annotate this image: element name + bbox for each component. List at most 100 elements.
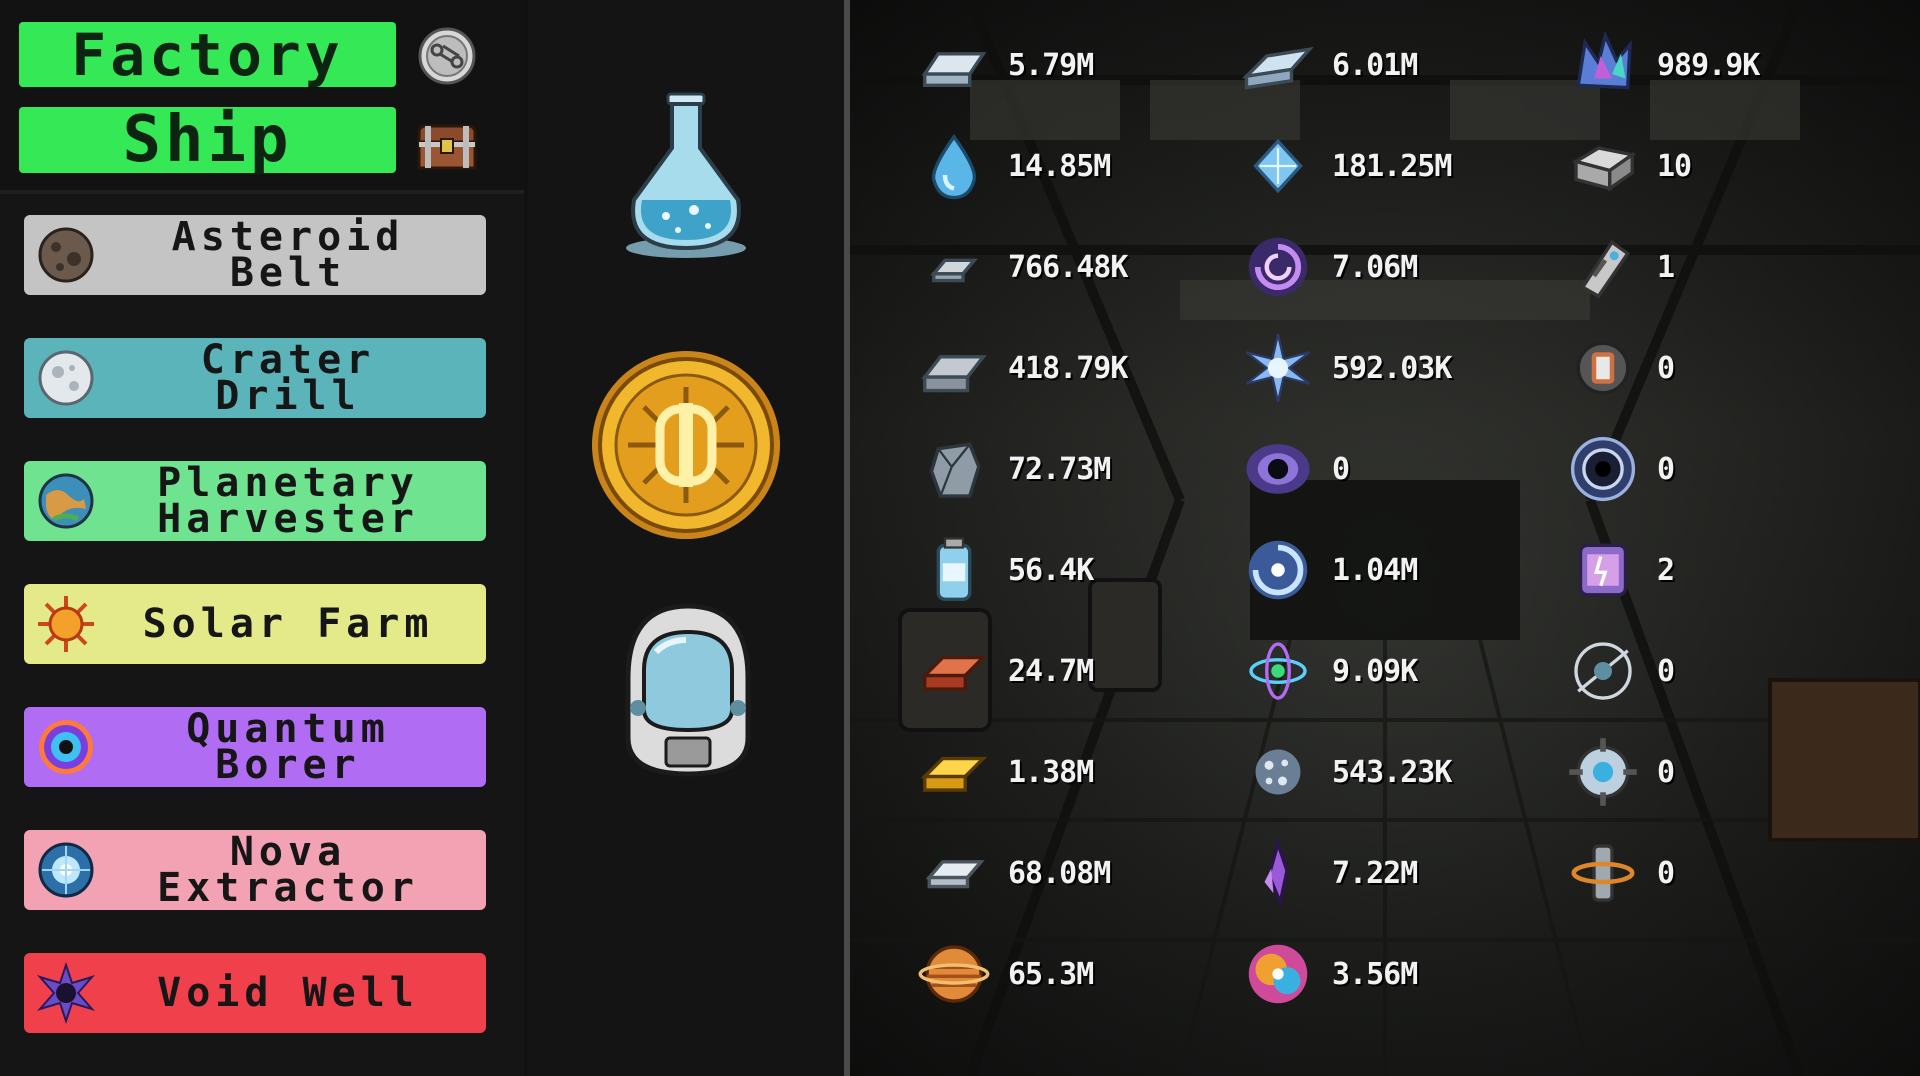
resource-item[interactable]: 0 xyxy=(1567,837,1675,909)
research-flask-icon[interactable] xyxy=(616,88,756,266)
resource-inventory-panel: 5.79M 14.85M 766.48K 418.79K 72.73M 56.4K 24.7… xyxy=(850,0,1920,1076)
resource-count: 1.38M xyxy=(1008,754,1094,790)
orbit-icon xyxy=(1567,635,1639,707)
resource-item[interactable]: 72.73M xyxy=(918,433,1111,505)
resource-count: 592.03K xyxy=(1332,350,1452,386)
titanium-ingot-icon xyxy=(1241,29,1314,101)
resource-count: 3.56M xyxy=(1332,956,1418,992)
resource-item[interactable]: 181.25M xyxy=(1242,131,1452,201)
crater-drill-button[interactable]: Crater Drill xyxy=(24,338,486,418)
resource-count: 0 xyxy=(1657,855,1675,891)
targeting-core-icon xyxy=(1567,736,1639,808)
nova-icon xyxy=(34,838,98,902)
resource-count: 72.73M xyxy=(1008,451,1111,487)
resource-item[interactable]: 7.22M xyxy=(1242,837,1418,909)
solar-farm-button[interactable]: Solar Farm xyxy=(24,584,486,664)
gear-badge-icon[interactable] xyxy=(415,24,479,88)
rocket-part-icon xyxy=(1567,231,1639,303)
resource-item[interactable]: 0 xyxy=(1567,635,1675,707)
resource-item[interactable]: 6.01M xyxy=(1241,29,1418,101)
resource-item[interactable]: 14.85M xyxy=(918,130,1111,202)
resource-item[interactable]: 0 xyxy=(1242,434,1350,504)
crystal-cluster-icon xyxy=(1567,29,1639,101)
wormhole-icon xyxy=(1567,433,1639,505)
resource-count: 65.3M xyxy=(1008,956,1094,992)
resource-count: 68.08M xyxy=(1008,855,1111,891)
ship-button[interactable]: Ship xyxy=(19,103,396,177)
vortex-icon xyxy=(1242,534,1314,606)
resource-item[interactable]: 0 xyxy=(1567,433,1675,505)
resource-item[interactable]: 766.48K xyxy=(918,231,1128,303)
resource-count: 181.25M xyxy=(1332,148,1452,184)
left-nav-panel: Factory Ship Asteroid Belt Crater Drill Pl… xyxy=(0,0,524,1076)
resource-item[interactable]: 24.7M xyxy=(918,635,1094,707)
sun-icon xyxy=(34,592,98,656)
resource-item[interactable]: 1.04M xyxy=(1242,534,1418,606)
copper-ingot-icon xyxy=(918,635,990,707)
crystal-shard-icon xyxy=(1242,837,1314,909)
resource-item[interactable]: 5.79M xyxy=(918,29,1094,101)
gas-planet-icon xyxy=(918,938,990,1010)
resource-item[interactable]: 0 xyxy=(1567,333,1675,403)
resource-item[interactable]: 2 xyxy=(1567,534,1675,606)
resource-count: 1 xyxy=(1657,249,1675,285)
planetary-harvester-button[interactable]: Planetary Harvester xyxy=(24,461,486,541)
resource-count: 989.9K xyxy=(1657,47,1760,83)
resource-count: 2 xyxy=(1657,552,1675,588)
resource-count: 56.4K xyxy=(1008,552,1094,588)
steel-bar-icon xyxy=(918,332,990,404)
resource-item[interactable]: 56.4K xyxy=(918,535,1094,605)
stardust-icon xyxy=(1242,736,1314,808)
resource-count: 0 xyxy=(1657,754,1675,790)
machine-label: Asteroid Belt xyxy=(171,214,405,296)
resource-item[interactable]: 1 xyxy=(1567,231,1675,303)
resource-item[interactable]: 543.23K xyxy=(1242,736,1452,808)
resource-count: 1.04M xyxy=(1332,552,1418,588)
quantum-borer-button[interactable]: Quantum Borer xyxy=(24,707,486,787)
astronaut-helmet-icon[interactable] xyxy=(608,598,768,780)
resource-count: 7.06M xyxy=(1332,249,1418,285)
resource-item[interactable]: 65.3M xyxy=(918,938,1094,1010)
resource-item[interactable]: 3.56M xyxy=(1242,939,1418,1009)
resource-item[interactable]: 989.9K xyxy=(1567,29,1760,101)
gold-coin-icon[interactable] xyxy=(588,347,784,543)
planet-icon xyxy=(34,469,98,533)
resource-count: 543.23K xyxy=(1332,754,1452,790)
metal-chunk-icon xyxy=(918,433,990,505)
asteroid-belt-button[interactable]: Asteroid Belt xyxy=(24,215,486,295)
machine-label: Void Well xyxy=(157,970,419,1016)
resource-item[interactable]: 592.03K xyxy=(1242,333,1452,403)
resource-count: 0 xyxy=(1657,451,1675,487)
void-well-button[interactable]: Void Well xyxy=(24,953,486,1033)
resource-item[interactable]: 9.09K xyxy=(1242,636,1418,706)
moon-icon xyxy=(34,346,98,410)
machine-label: Quantum Borer xyxy=(186,706,390,788)
quantum-eye-icon xyxy=(34,715,98,779)
small-ingot-icon xyxy=(918,231,990,303)
satellite-icon xyxy=(1567,837,1639,909)
resource-count: 5.79M xyxy=(1008,47,1094,83)
resource-item[interactable]: 0 xyxy=(1567,736,1675,808)
resource-item[interactable]: 7.06M xyxy=(1242,231,1418,303)
resource-item[interactable]: 1.38M xyxy=(918,736,1094,808)
machine-label: Planetary Harvester xyxy=(157,460,419,542)
resource-item[interactable]: 418.79K xyxy=(918,332,1128,404)
iron-ingot-icon xyxy=(918,29,990,101)
resource-count: 14.85M xyxy=(1008,148,1111,184)
resource-count: 24.7M xyxy=(1008,653,1094,689)
treasure-chest-icon[interactable] xyxy=(415,110,479,174)
resource-item[interactable]: 68.08M xyxy=(918,838,1111,908)
resource-count: 10 xyxy=(1657,148,1692,184)
gold-ingot-icon xyxy=(918,736,990,808)
water-drop-icon xyxy=(918,130,990,202)
power-cell-icon xyxy=(1567,534,1639,606)
factory-button[interactable]: Factory xyxy=(19,21,396,89)
circuit-block-icon xyxy=(1567,130,1639,202)
nova-extractor-button[interactable]: Nova Extractor xyxy=(24,830,486,910)
galaxy-swirl-icon xyxy=(1242,231,1314,303)
resource-count: 0 xyxy=(1657,350,1675,386)
resource-count: 766.48K xyxy=(1008,249,1128,285)
resource-count: 0 xyxy=(1657,653,1675,689)
resource-item[interactable]: 10 xyxy=(1567,130,1692,202)
machine-label: Solar Farm xyxy=(142,601,434,647)
